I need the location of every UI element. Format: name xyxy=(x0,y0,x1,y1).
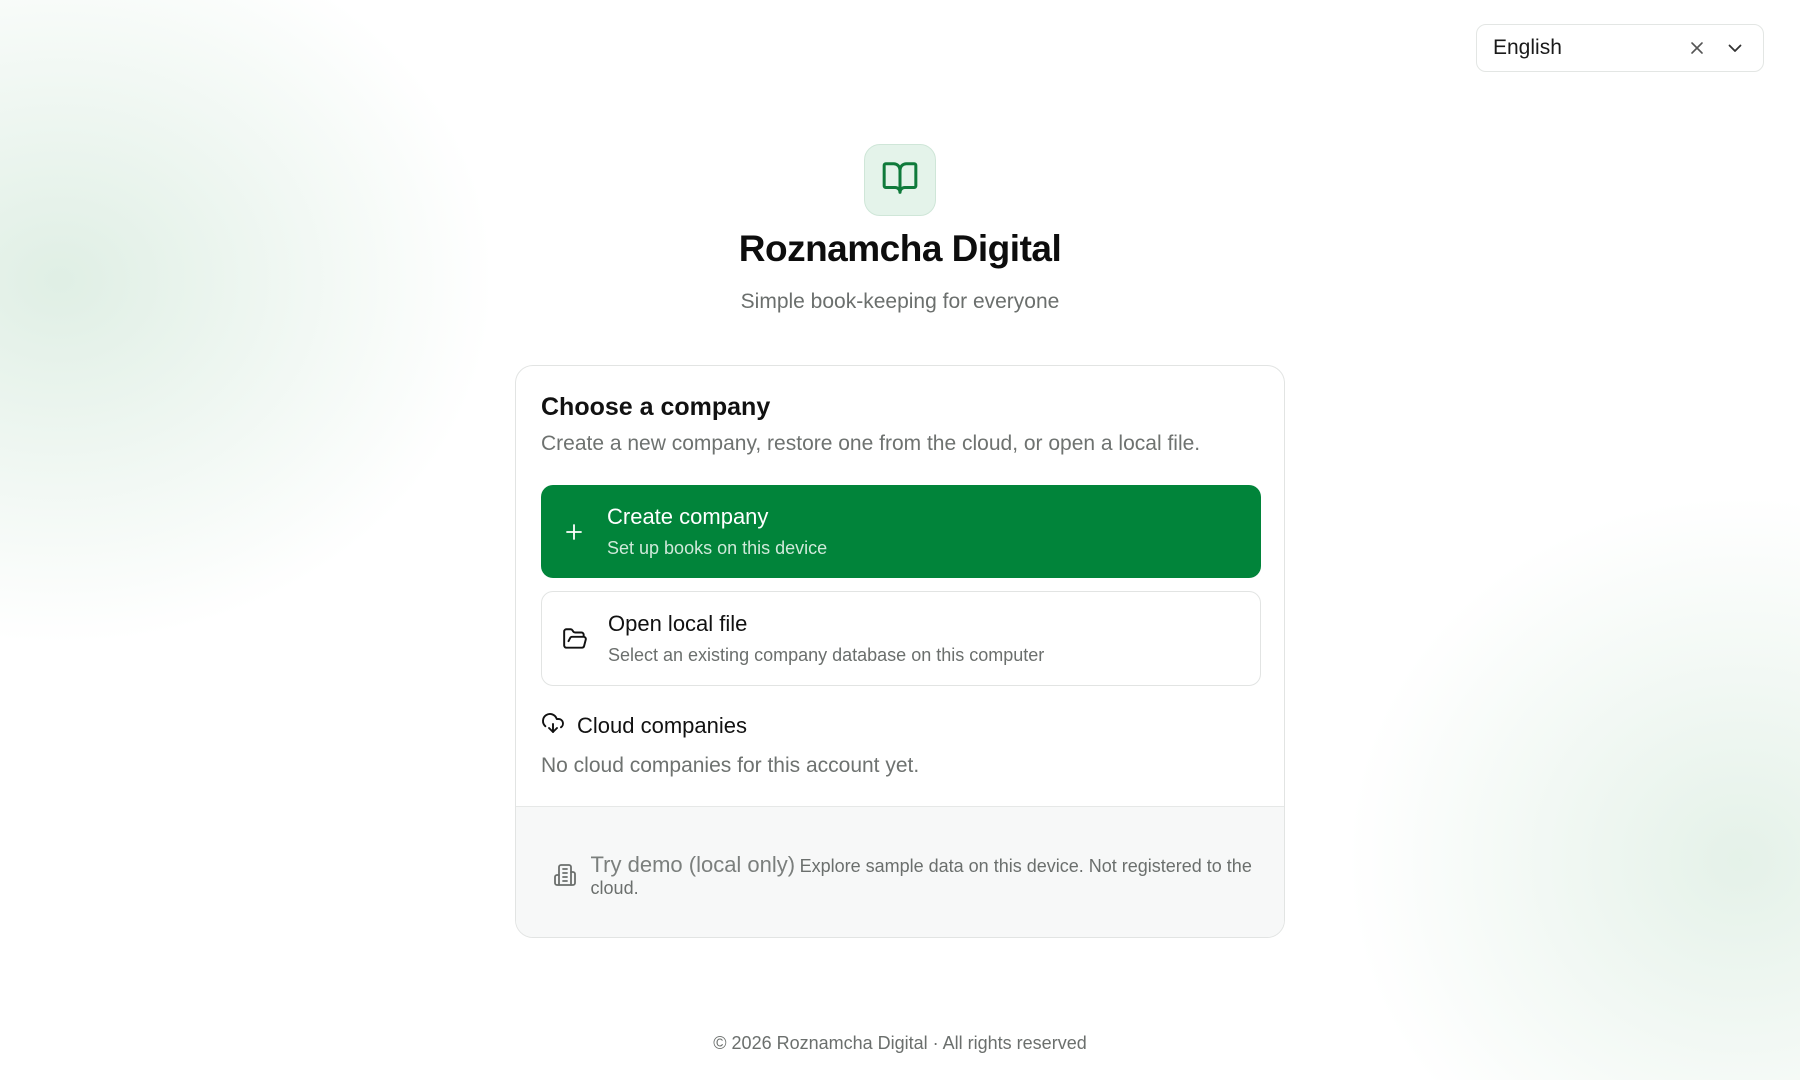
language-select[interactable]: English xyxy=(1476,24,1764,72)
create-company-text: Create company Set up books on this devi… xyxy=(607,504,827,559)
cloud-download-icon xyxy=(541,711,565,740)
try-demo-title: Try demo (local only) xyxy=(590,851,796,877)
open-local-file-button[interactable]: Open local file Select an existing compa… xyxy=(541,591,1261,686)
open-local-file-text: Open local file Select an existing compa… xyxy=(608,611,1044,666)
create-company-button[interactable]: Create company Set up books on this devi… xyxy=(541,485,1261,578)
card-description: Create a new company, restore one from t… xyxy=(541,432,1201,455)
open-local-file-title: Open local file xyxy=(608,611,748,636)
company-chooser-card: Choose a company Create a new company, r… xyxy=(515,365,1285,938)
book-open-icon xyxy=(881,159,919,202)
card-title: Choose a company xyxy=(541,393,771,421)
open-local-file-subtitle: Select an existing company database on t… xyxy=(608,645,1045,665)
try-demo-text: Try demo (local only) Explore sample dat… xyxy=(591,852,1261,899)
footer-copyright: © 2026 Roznamcha Digital · All rights re… xyxy=(713,1033,1087,1053)
clear-icon[interactable] xyxy=(1683,34,1711,62)
cloud-companies-header: Cloud companies xyxy=(541,711,747,740)
try-demo-button[interactable]: Try demo (local only) Explore sample dat… xyxy=(541,845,1261,905)
cloud-companies-heading: Cloud companies xyxy=(577,712,747,738)
app-title: Roznamcha Digital xyxy=(738,228,1062,269)
folder-open-icon xyxy=(542,626,608,652)
app-tagline: Simple book-keeping for everyone xyxy=(740,290,1060,313)
create-company-title: Create company xyxy=(607,504,769,529)
create-company-subtitle: Set up books on this device xyxy=(607,538,828,558)
chevron-down-icon[interactable] xyxy=(1721,34,1749,62)
building-icon xyxy=(541,863,591,887)
cloud-empty-message: No cloud companies for this account yet. xyxy=(541,754,920,777)
app-logo xyxy=(864,144,936,216)
language-select-value: English xyxy=(1493,36,1562,59)
demo-section: Try demo (local only) Explore sample dat… xyxy=(516,806,1284,937)
plus-icon xyxy=(541,522,607,542)
